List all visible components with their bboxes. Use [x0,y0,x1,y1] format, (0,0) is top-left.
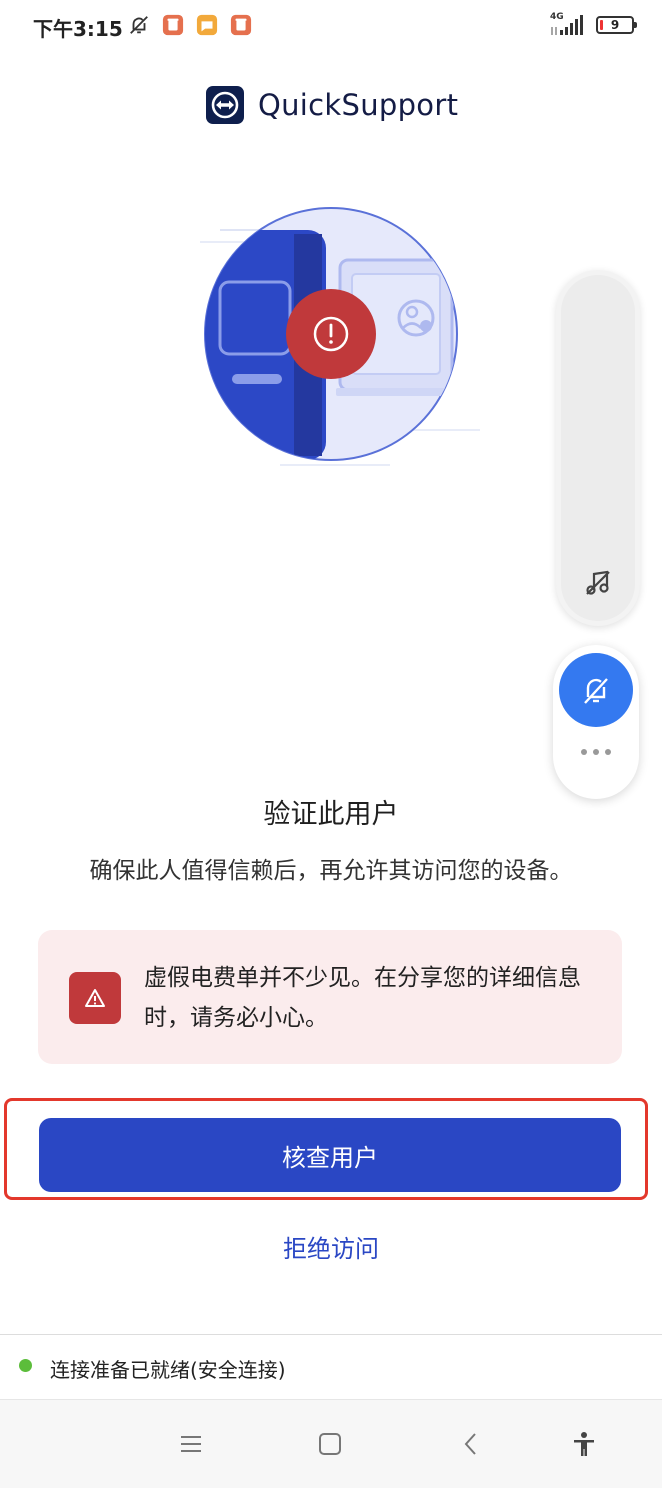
deny-access-link[interactable]: 拒绝访问 [0,1229,662,1264]
menu-icon[interactable] [173,1426,209,1462]
signal-icon: 4G [550,13,586,37]
hero-illustration [200,207,480,466]
battery-fill [600,20,603,30]
gallery-notification-icon [196,14,218,36]
page-subtitle: 确保此人值得信赖后，再允许其访问您的设备。 [89,858,573,884]
floating-panel-track[interactable] [556,270,640,626]
brand-name: QuickSupport [258,88,459,122]
status-right: 4G 9 [550,12,637,38]
teamviewer-logo-icon [206,86,244,124]
verify-user-button[interactable]: 核查用户 [39,1118,621,1192]
warning-triangle-icon [69,972,121,1024]
connection-status-text: 连接准备已就绪(安全连接) [50,1358,286,1382]
status-time: 下午3:15 [33,17,123,41]
warning-card: 虚假电费单并不少见。在分享您的详细信息时，请务必小心。 [38,930,622,1064]
mute-icon [130,16,148,34]
battery-level: 9 [610,18,620,32]
battery-icon: 9 [596,16,637,34]
music-off-icon[interactable] [583,568,613,598]
more-icon[interactable] [553,749,639,755]
back-icon[interactable] [453,1426,489,1462]
status-dot-icon [19,1359,32,1372]
accessibility-icon[interactable] [566,1426,602,1462]
page-title: 验证此用户 [263,799,399,830]
bell-off-button[interactable] [559,653,633,727]
floating-panel-controls [553,645,639,799]
connection-status-bar: 连接准备已就绪(安全连接) [0,1334,662,1400]
system-nav-bar [0,1400,662,1488]
bell-off-icon [584,678,608,704]
home-icon[interactable] [312,1426,348,1462]
warning-text: 虚假电费单并不少见。在分享您的详细信息时，请务必小心。 [144,965,581,1031]
brand-header: QuickSupport [206,84,458,126]
app-notification-icon-2 [230,14,252,36]
app-notification-icon [162,14,184,36]
status-bar: 下午3:15 4G 9 [0,0,662,52]
app-screen: 下午3:15 4G 9 QuickSupport 验证此用户 确保此人值得信赖后… [0,0,662,1488]
